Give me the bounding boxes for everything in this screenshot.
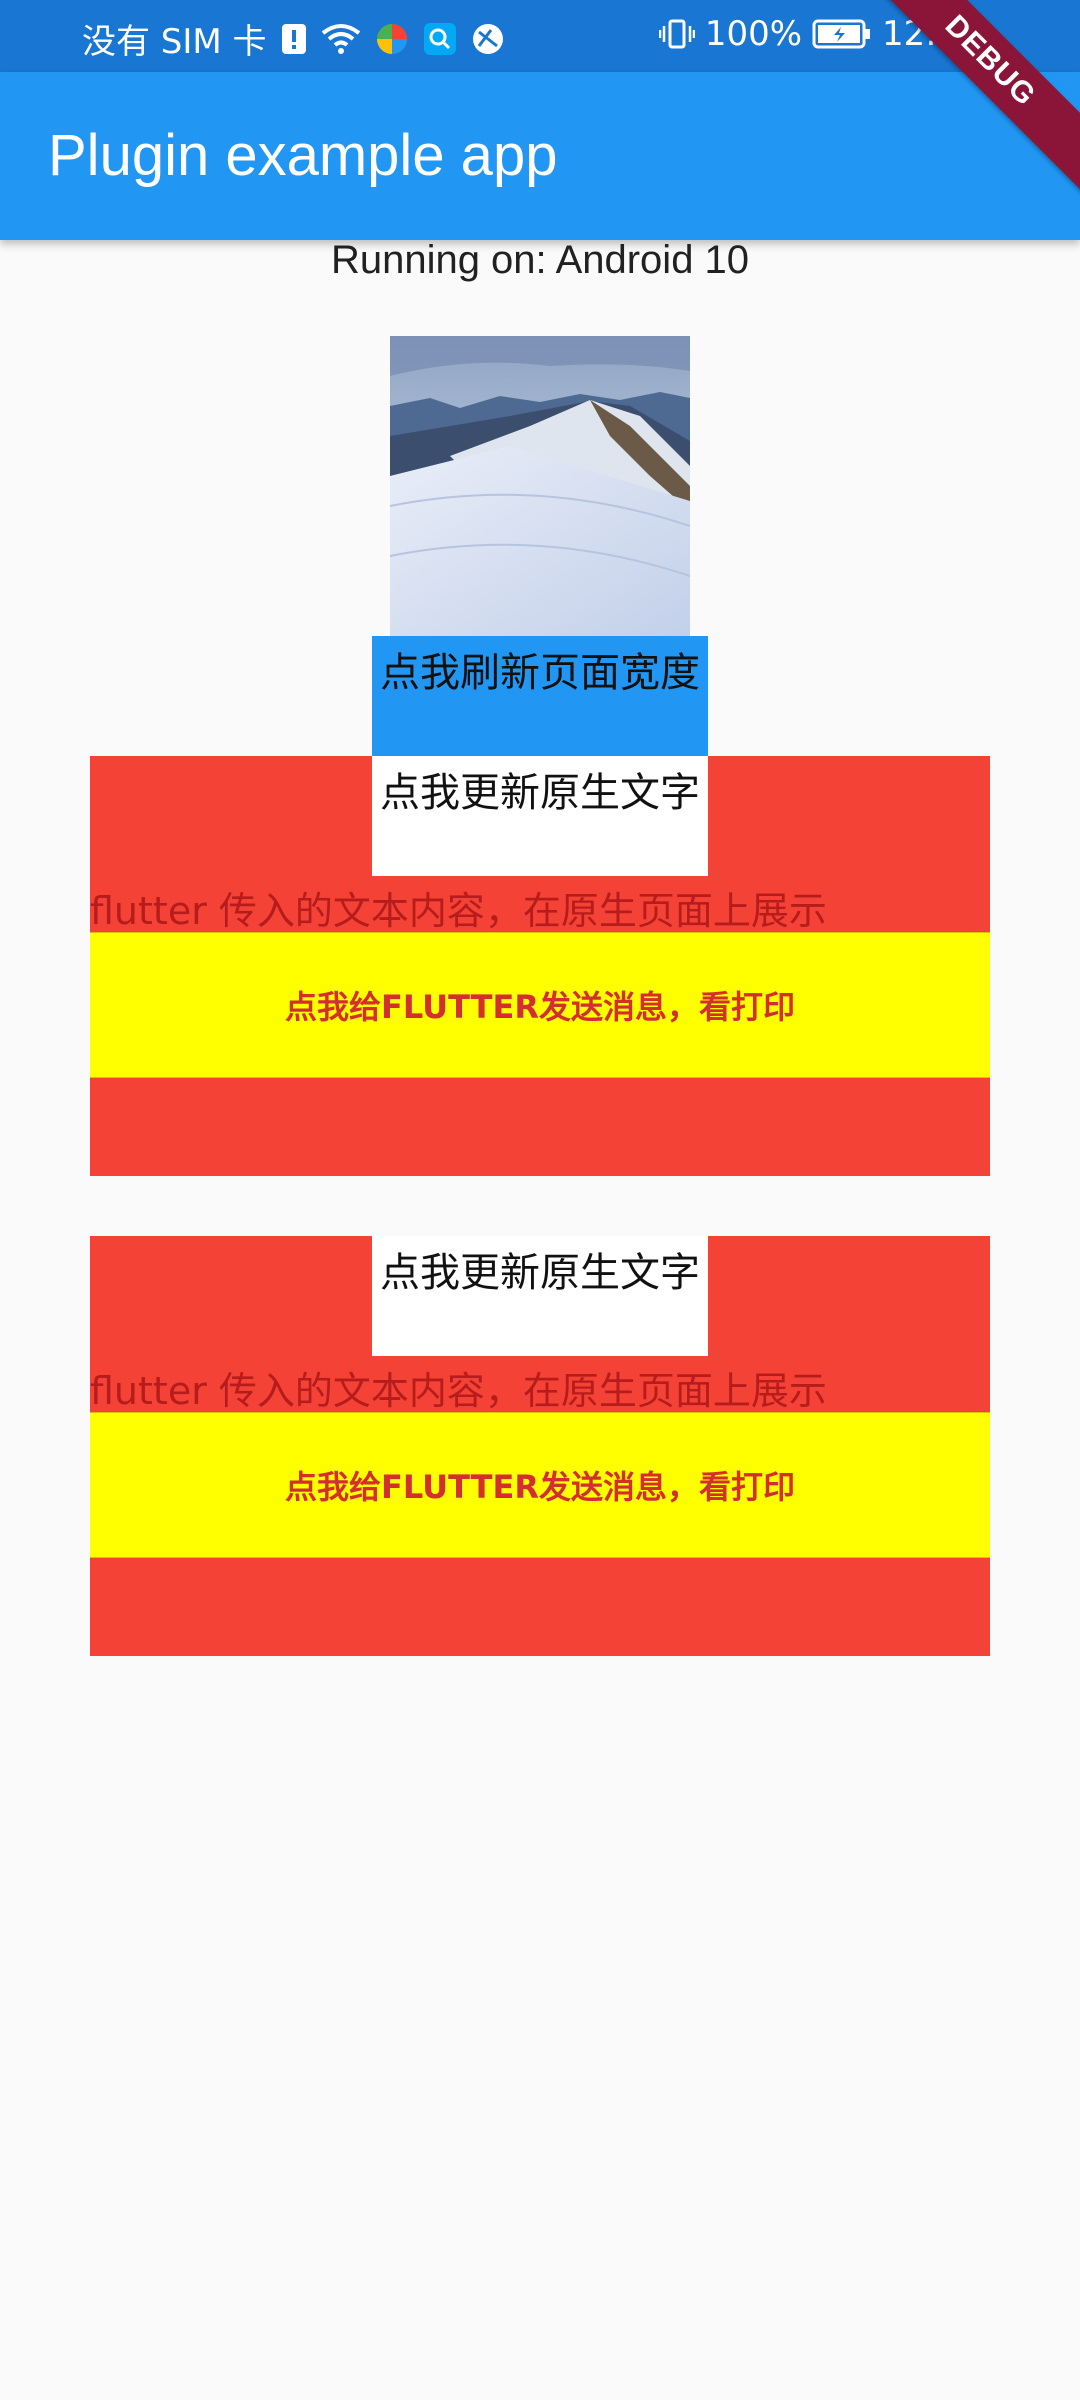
- platform-version-text: Running on: Android 10: [330, 238, 750, 282]
- app-title: Plugin example app: [48, 123, 558, 188]
- native-view-1: 点我更新原生文字 flutter 传入的文本内容，在原生页面上展示 点我给FLU…: [90, 756, 990, 1176]
- send-to-flutter-label: 点我给FLUTTER发送消息，看打印: [285, 1468, 795, 1506]
- browser-app-icon: [471, 22, 505, 56]
- wifi-icon: [321, 23, 361, 55]
- native-view-2: 点我更新原生文字 flutter 传入的文本内容，在原生页面上展示 点我给FLU…: [90, 1236, 990, 1656]
- update-native-text-button[interactable]: 点我更新原生文字: [372, 756, 708, 876]
- send-to-flutter-label: 点我给FLUTTER发送消息，看打印: [285, 988, 795, 1026]
- carrier-text: 没有 SIM 卡: [82, 22, 267, 62]
- native-text: flutter 传入的文本内容，在原生页面上展示: [90, 889, 827, 933]
- send-to-flutter-button[interactable]: 点我给FLUTTER发送消息，看打印: [90, 932, 990, 1078]
- app-bar: Plugin example app: [0, 72, 1080, 240]
- mountain-image: [390, 336, 690, 636]
- update-native-text-label: 点我更新原生文字: [380, 1250, 700, 1296]
- status-left: 没有 SIM 卡: [82, 14, 505, 63]
- native-text: flutter 传入的文本内容，在原生页面上展示: [90, 1369, 827, 1413]
- sim-alert-icon: [281, 23, 307, 55]
- vibrate-icon: [658, 18, 695, 50]
- refresh-width-label: 点我刷新页面宽度: [380, 650, 700, 696]
- battery-charging-icon: [812, 18, 872, 50]
- battery-percent: 100%: [704, 14, 803, 54]
- send-to-flutter-button[interactable]: 点我给FLUTTER发送消息，看打印: [90, 1412, 990, 1558]
- refresh-width-button[interactable]: 点我刷新页面宽度: [372, 636, 708, 756]
- search-app-icon: [423, 22, 457, 56]
- update-native-text-button[interactable]: 点我更新原生文字: [372, 1236, 708, 1356]
- update-native-text-label: 点我更新原生文字: [380, 770, 700, 816]
- app-notification-icon: [375, 22, 409, 56]
